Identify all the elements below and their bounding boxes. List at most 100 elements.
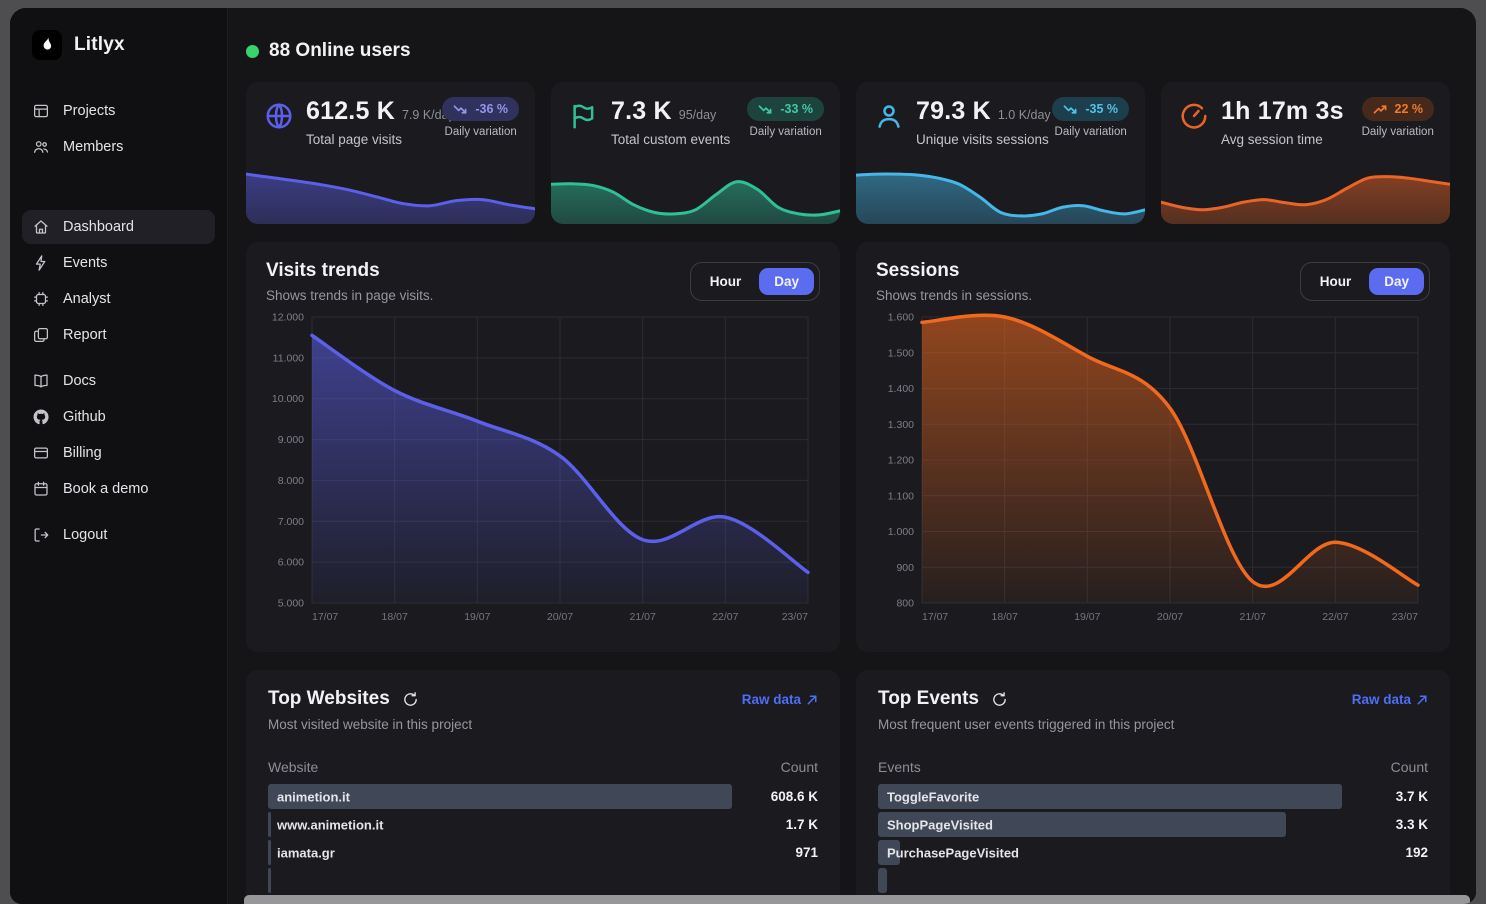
sessions-card: Sessions Shows trends in sessions. Hour … xyxy=(856,242,1450,652)
sidebar-item-projects[interactable]: Projects xyxy=(22,94,215,128)
sidebar-item-book-a-demo[interactable]: Book a demo xyxy=(22,472,215,506)
svg-text:800: 800 xyxy=(896,598,914,610)
svg-text:18/07: 18/07 xyxy=(382,611,408,623)
sidebar-item-label: Report xyxy=(63,327,107,343)
sidebar-item-docs[interactable]: Docs xyxy=(22,364,215,398)
svg-text:9.000: 9.000 xyxy=(278,434,304,446)
trend-down-icon xyxy=(758,103,773,116)
row-count: 3.7 K xyxy=(1342,789,1428,804)
trend-up-icon xyxy=(1373,103,1388,116)
svg-text:1.100: 1.100 xyxy=(888,490,914,502)
litlyx-logo-icon xyxy=(32,30,62,60)
stat-value: 79.3 K xyxy=(916,97,991,126)
svg-text:18/07: 18/07 xyxy=(992,611,1018,623)
badge-caption: Daily variation xyxy=(1362,126,1435,138)
top-websites-card: Top Websites Raw data Most visited websi… xyxy=(246,670,840,904)
calendar-icon xyxy=(32,480,50,498)
svg-text:17/07: 17/07 xyxy=(922,611,948,623)
svg-text:1.300: 1.300 xyxy=(888,419,914,431)
sidebar-item-report[interactable]: Report xyxy=(22,318,215,352)
svg-text:23/07: 23/07 xyxy=(1392,611,1418,623)
table-row: www.animetion.it 1.7 K xyxy=(268,812,818,837)
row-bar xyxy=(878,868,887,893)
chart-title: Sessions xyxy=(876,260,1032,282)
table-subtitle: Most visited website in this project xyxy=(268,717,818,732)
svg-text:17/07: 17/07 xyxy=(312,611,338,623)
sidebar: Litlyx Projects Members Dashboard Events… xyxy=(10,8,228,904)
refresh-icon[interactable] xyxy=(991,691,1008,708)
day-button[interactable]: Day xyxy=(759,268,814,295)
sparkline-chart xyxy=(551,164,840,224)
external-arrow-icon xyxy=(806,694,818,706)
svg-text:12.000: 12.000 xyxy=(272,312,304,324)
github-icon xyxy=(32,408,50,426)
daily-variation-badge: -35 % xyxy=(1052,97,1129,121)
row-count: 1.7 K xyxy=(732,817,818,832)
globe-icon xyxy=(262,99,296,133)
row-bar xyxy=(268,840,271,865)
app-window: Litlyx Projects Members Dashboard Events… xyxy=(10,8,1476,904)
table-row: PurchasePageVisited 192 xyxy=(878,840,1428,865)
column-header: Website xyxy=(268,759,318,775)
hour-button[interactable]: Hour xyxy=(696,268,756,295)
sidebar-item-dashboard[interactable]: Dashboard xyxy=(22,210,215,244)
table-row-partial xyxy=(878,868,1428,893)
hour-button[interactable]: Hour xyxy=(1306,268,1366,295)
visits-trends-card: Visits trends Shows trends in page visit… xyxy=(246,242,840,652)
sidebar-item-members[interactable]: Members xyxy=(22,130,215,164)
hour-day-toggle: Hour Day xyxy=(1300,262,1430,301)
sidebar-item-label: Dashboard xyxy=(63,219,134,235)
svg-text:20/07: 20/07 xyxy=(547,611,573,623)
stat-label: Total custom events xyxy=(611,132,737,147)
sidebar-item-label: Logout xyxy=(63,527,107,543)
credit-card-icon xyxy=(32,444,50,462)
stat-value: 612.5 K xyxy=(306,97,395,126)
sidebar-item-github[interactable]: Github xyxy=(22,400,215,434)
sidebar-spacer xyxy=(22,508,215,518)
sidebar-item-label: Docs xyxy=(63,373,96,389)
row-bar xyxy=(268,812,271,837)
raw-data-link[interactable]: Raw data xyxy=(1352,692,1428,707)
raw-data-link[interactable]: Raw data xyxy=(742,692,818,707)
sidebar-item-label: Members xyxy=(63,139,123,155)
horizontal-scrollbar[interactable] xyxy=(244,895,1470,904)
table-subtitle: Most frequent user events triggered in t… xyxy=(878,717,1428,732)
row-count: 971 xyxy=(732,845,818,860)
table-row: animetion.it 608.6 K xyxy=(268,784,818,809)
table-row: ShopPageVisited 3.3 K xyxy=(878,812,1428,837)
stat-card-total-page-visits: 612.5 K 7.9 K/day Total page visits -36 … xyxy=(246,82,535,224)
tables-row: Top Websites Raw data Most visited websi… xyxy=(246,670,1450,904)
stat-card-unique-visits-sessions: 79.3 K 1.0 K/day Unique visits sessions … xyxy=(856,82,1145,224)
svg-text:20/07: 20/07 xyxy=(1157,611,1183,623)
trend-down-icon xyxy=(453,103,468,116)
badge-caption: Daily variation xyxy=(1052,126,1129,138)
refresh-icon[interactable] xyxy=(402,691,419,708)
svg-text:1.000: 1.000 xyxy=(888,526,914,538)
svg-text:21/07: 21/07 xyxy=(1240,611,1266,623)
logout-icon xyxy=(32,526,50,544)
sidebar-item-analyst[interactable]: Analyst xyxy=(22,282,215,316)
stat-value: 7.3 K xyxy=(611,97,672,126)
sidebar-item-label: Book a demo xyxy=(63,481,148,497)
stat-value: 1h 17m 3s xyxy=(1221,97,1344,126)
flag-icon xyxy=(567,99,601,133)
table-row: ToggleFavorite 3.7 K xyxy=(878,784,1428,809)
sidebar-item-label: Billing xyxy=(63,445,102,461)
svg-text:900: 900 xyxy=(896,562,914,574)
svg-text:5.000: 5.000 xyxy=(278,598,304,610)
sidebar-item-billing[interactable]: Billing xyxy=(22,436,215,470)
stat-label: Unique visits sessions xyxy=(916,132,1042,147)
svg-text:23/07: 23/07 xyxy=(782,611,808,623)
daily-variation-badge: -33 % xyxy=(747,97,824,121)
svg-text:19/07: 19/07 xyxy=(464,611,490,623)
svg-text:19/07: 19/07 xyxy=(1074,611,1100,623)
badge-caption: Daily variation xyxy=(747,126,824,138)
sidebar-item-label: Projects xyxy=(63,103,115,119)
day-button[interactable]: Day xyxy=(1369,268,1424,295)
sidebar-item-logout[interactable]: Logout xyxy=(22,518,215,552)
stat-card-avg-session-time: 1h 17m 3s Avg session time 22 % Daily va… xyxy=(1161,82,1450,224)
online-users-label: 88 Online users xyxy=(269,40,411,62)
sidebar-item-events[interactable]: Events xyxy=(22,246,215,280)
chart-subtitle: Shows trends in sessions. xyxy=(876,288,1032,303)
svg-text:22/07: 22/07 xyxy=(712,611,738,623)
